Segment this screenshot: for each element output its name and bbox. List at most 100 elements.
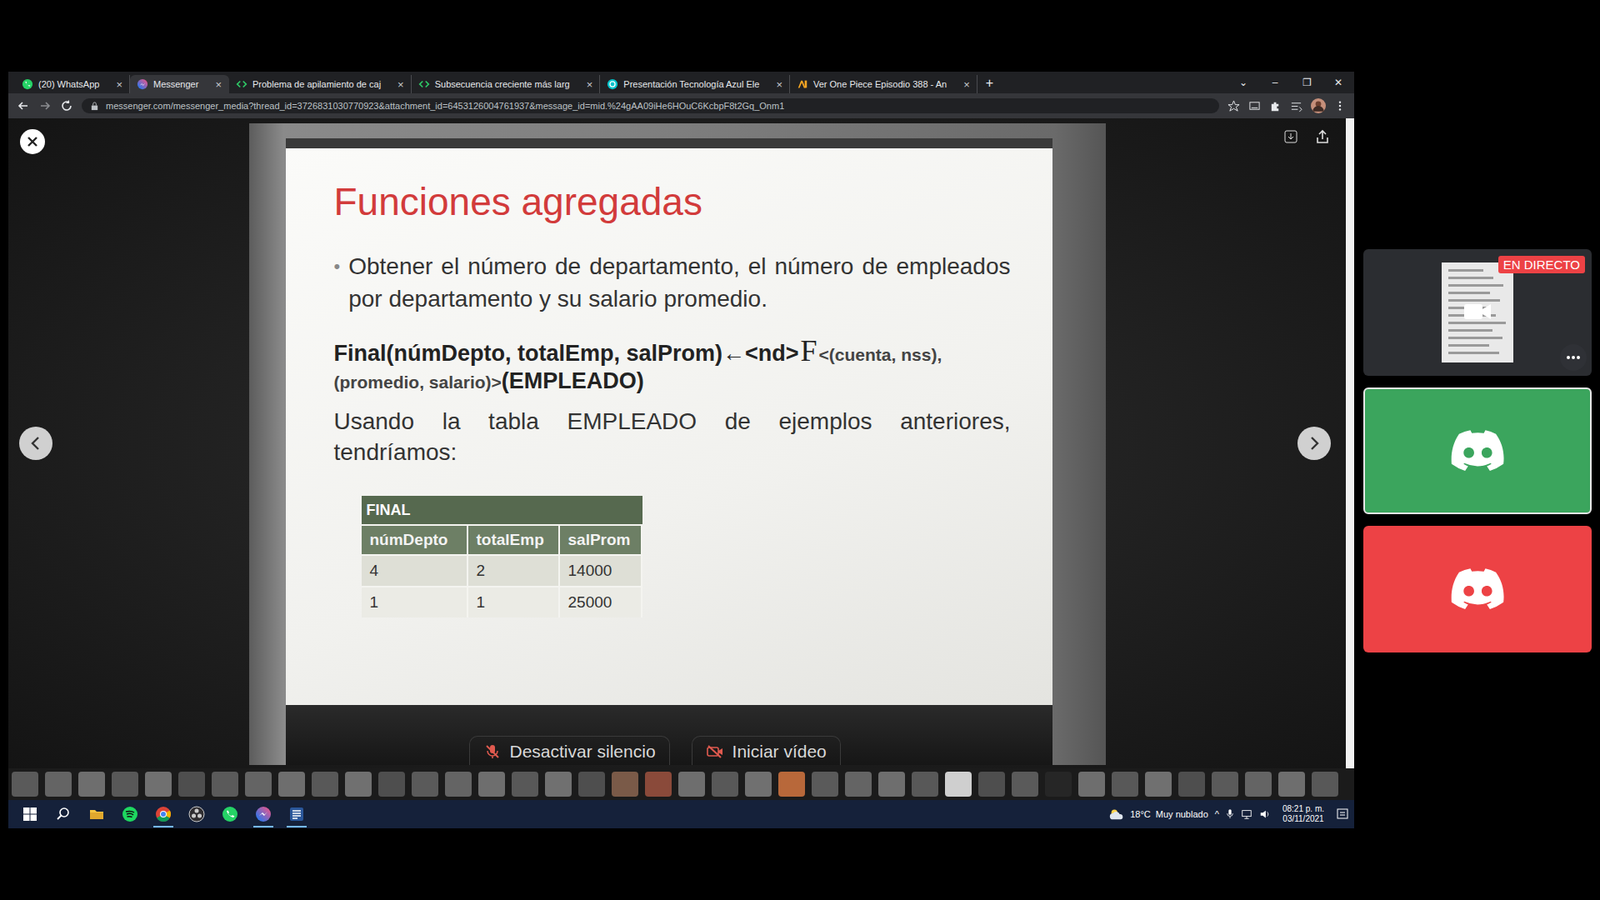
notifications-icon[interactable] (1335, 807, 1350, 821)
thumbnail[interactable] (1011, 771, 1039, 797)
tab-close-button[interactable]: × (775, 78, 783, 91)
thumbnail[interactable] (778, 771, 805, 797)
participant-card[interactable] (1363, 525, 1592, 653)
thumbnail[interactable] (1178, 771, 1205, 797)
star-icon[interactable] (1227, 100, 1240, 113)
reload-icon[interactable] (60, 99, 74, 113)
taskbar-app[interactable] (80, 800, 114, 829)
thumbnail[interactable] (1311, 771, 1339, 797)
taskbar-app[interactable] (146, 800, 180, 829)
thumbnail[interactable] (1111, 771, 1139, 797)
taskbar-app[interactable] (213, 800, 247, 829)
taskbar-app[interactable] (180, 800, 214, 829)
call-control-button[interactable]: Iniciar vídeo (691, 735, 841, 765)
cast-icon[interactable] (1248, 100, 1261, 113)
window-control-button[interactable]: ❐ (1290, 76, 1323, 89)
tab-close-button[interactable]: × (215, 78, 222, 91)
thumbnail[interactable] (878, 771, 905, 797)
taskbar-app[interactable] (13, 800, 47, 829)
clock[interactable]: 08:21 p. m.03/11/2021 (1277, 804, 1330, 825)
browser-tab[interactable]: (20) WhatsApp× (15, 75, 130, 94)
thumbnail[interactable] (1278, 771, 1305, 797)
thumbnail[interactable] (645, 771, 672, 797)
window-control-button[interactable]: – (1259, 76, 1291, 89)
thumbnail[interactable] (111, 771, 139, 797)
profile-avatar-icon[interactable] (1310, 98, 1326, 114)
share-icon[interactable] (1315, 129, 1330, 145)
close-viewer-button[interactable] (20, 129, 45, 155)
menu-icon[interactable] (1334, 99, 1346, 113)
back-icon[interactable] (16, 99, 30, 113)
window-control-button[interactable]: ⌄ (1227, 76, 1260, 89)
browser-tab[interactable]: Subsecuencia creciente más larg× (411, 75, 601, 94)
tab-close-button[interactable]: × (115, 78, 123, 91)
browser-tab[interactable]: Problema de apilamiento de caj× (229, 75, 412, 94)
tab-close-button[interactable]: × (963, 78, 970, 91)
thumbnail[interactable] (978, 771, 1005, 797)
previous-button[interactable] (19, 426, 53, 460)
formula-line: Final(númDepto, totalEmp, salProm)←<nd>F… (334, 333, 1011, 369)
thumbnail[interactable] (711, 771, 739, 797)
speaker-icon[interactable] (1259, 808, 1271, 820)
thumbnail[interactable] (278, 771, 305, 797)
reading-list-icon[interactable] (1290, 100, 1303, 113)
thumbnail[interactable] (411, 771, 439, 797)
thumbnail[interactable] (1211, 771, 1239, 797)
doc-line (1448, 284, 1504, 287)
thumbnail[interactable] (611, 771, 639, 797)
taskbar-app[interactable] (113, 800, 147, 829)
thumbnail[interactable] (578, 771, 605, 797)
new-tab-button[interactable]: + (977, 75, 1002, 94)
thumbnail[interactable] (378, 771, 405, 797)
taskbar-app[interactable] (280, 800, 314, 829)
thumbnail[interactable] (511, 771, 539, 797)
thumbnail[interactable] (245, 771, 272, 797)
thumbnail[interactable] (745, 771, 772, 797)
thumbnail[interactable] (311, 771, 339, 797)
stream-preview-card[interactable]: EN DIRECTO (1363, 249, 1592, 376)
taskbar-app[interactable] (246, 800, 280, 829)
explorer-icon (88, 805, 105, 823)
thumbnail[interactable] (1045, 771, 1072, 797)
next-button[interactable] (1297, 426, 1331, 460)
taskbar-app[interactable] (46, 800, 80, 829)
thumbnail[interactable] (211, 771, 239, 797)
extensions-icon[interactable] (1269, 100, 1282, 113)
thumbnail[interactable] (545, 771, 572, 797)
thumbnail[interactable] (811, 771, 839, 797)
forward-icon[interactable] (38, 99, 52, 113)
thumbnail[interactable] (11, 771, 39, 797)
thumbnail[interactable] (345, 771, 372, 797)
scrollbar[interactable] (1345, 118, 1355, 769)
thumbnail[interactable] (911, 771, 939, 797)
browser-tab[interactable]: Presentación Tecnología Azul Ele× (600, 75, 790, 94)
thumbnail[interactable] (845, 771, 872, 797)
tab-close-button[interactable]: × (586, 78, 594, 91)
download-icon[interactable] (1283, 129, 1299, 145)
thumbnail[interactable] (1145, 771, 1172, 797)
thumbnail[interactable] (145, 771, 172, 797)
more-options-button[interactable] (1560, 344, 1587, 371)
thumbnail[interactable] (45, 771, 72, 797)
tray-chevron[interactable]: ^ (1215, 809, 1220, 820)
thumbnail[interactable] (478, 771, 505, 797)
attachment-photo: Funciones agregadas•Obtener el número de… (249, 123, 1106, 765)
window-control-button[interactable]: ✕ (1322, 76, 1355, 89)
thumbnail[interactable] (178, 771, 205, 797)
tab-close-button[interactable]: × (397, 78, 405, 91)
participant-card[interactable] (1363, 387, 1592, 515)
thumbnail[interactable] (78, 771, 105, 797)
network-icon[interactable] (1240, 808, 1253, 820)
thumbnail[interactable] (678, 771, 705, 797)
thumbnail[interactable] (945, 771, 972, 797)
browser-tab[interactable]: Messenger× (130, 75, 230, 94)
browser-tab[interactable]: Ver One Piece Episodio 388 - An× (790, 75, 978, 94)
formula-head: Final(númDepto, totalEmp, salProm)←<nd> (334, 340, 800, 367)
thumbnail[interactable] (445, 771, 472, 797)
call-control-button[interactable]: Desactivar silencio (469, 735, 670, 765)
weather-widget[interactable]: 18°CMuy nublado (1108, 807, 1209, 821)
microphone-icon[interactable] (1225, 808, 1235, 820)
thumbnail[interactable] (1078, 771, 1105, 797)
address-bar[interactable]: messenger.com/messenger_media?thread_id=… (81, 98, 1220, 114)
thumbnail[interactable] (1245, 771, 1272, 797)
